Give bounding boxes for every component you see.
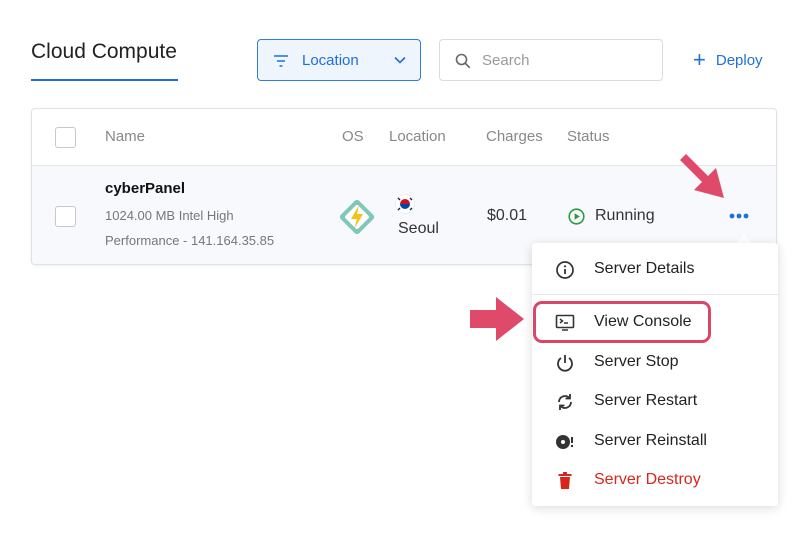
location-filter-label: Location <box>302 52 359 69</box>
server-actions-menu: Server Details View Console Server Stop … <box>532 243 778 506</box>
search-input[interactable] <box>482 49 652 71</box>
server-spec-line-1: 1024.00 MB Intel High <box>105 208 234 223</box>
column-header-location[interactable]: Location <box>389 128 446 145</box>
restart-icon <box>558 394 572 410</box>
search-icon <box>455 53 471 69</box>
column-header-name[interactable]: Name <box>105 128 145 145</box>
column-header-status[interactable]: Status <box>567 128 610 145</box>
deploy-label: Deploy <box>715 51 763 69</box>
menu-item-label: Server Stop <box>594 353 679 370</box>
server-spec-line-2: Performance - 141.164.35.85 <box>105 233 275 248</box>
menu-item-server-details[interactable]: Server Details <box>532 251 778 287</box>
reinstall-disc-icon <box>556 435 574 449</box>
table-header: Name OS Location Charges Status <box>32 109 776 166</box>
south-korea-flag-icon <box>395 194 415 214</box>
row-checkbox[interactable] <box>55 206 76 227</box>
deploy-button[interactable]: + Deploy <box>693 47 763 72</box>
more-options-icon[interactable] <box>728 211 750 221</box>
menu-item-server-reinstall[interactable]: Server Reinstall <box>532 423 778 459</box>
menu-item-server-stop[interactable]: Server Stop <box>532 344 778 380</box>
column-header-os[interactable]: OS <box>342 128 364 145</box>
location-filter-dropdown[interactable]: Location <box>257 39 421 81</box>
search-box[interactable] <box>439 39 663 81</box>
trash-icon <box>558 472 572 489</box>
select-all-checkbox[interactable] <box>55 127 76 148</box>
page-title: Cloud Compute <box>31 40 177 63</box>
server-charges: $0.01 <box>487 207 528 224</box>
cyberpanel-logo-icon <box>339 199 375 235</box>
menu-item-label: Server Details <box>594 260 695 277</box>
menu-item-label: Server Destroy <box>594 471 701 488</box>
pointer-arrow-icon <box>680 154 724 198</box>
menu-item-label: Server Restart <box>594 392 698 409</box>
menu-item-label: Server Reinstall <box>594 432 707 449</box>
filter-icon <box>274 55 288 67</box>
menu-item-server-restart[interactable]: Server Restart <box>532 383 778 419</box>
pointer-arrow-icon <box>470 297 524 341</box>
menu-divider <box>532 294 778 295</box>
chevron-down-icon <box>394 56 406 64</box>
info-icon <box>556 261 574 279</box>
plus-icon: + <box>693 47 706 72</box>
servers-table: Name OS Location Charges Status cyberPan… <box>31 108 777 265</box>
active-tab-underline <box>31 79 178 81</box>
column-header-charges[interactable]: Charges <box>486 128 543 145</box>
play-circle-icon <box>568 208 585 225</box>
menu-item-server-destroy[interactable]: Server Destroy <box>532 462 778 498</box>
view-console-highlight <box>533 301 711 343</box>
server-name[interactable]: cyberPanel <box>105 180 185 197</box>
power-icon <box>557 355 573 372</box>
status-text: Running <box>595 207 655 224</box>
server-location: Seoul <box>398 220 439 237</box>
